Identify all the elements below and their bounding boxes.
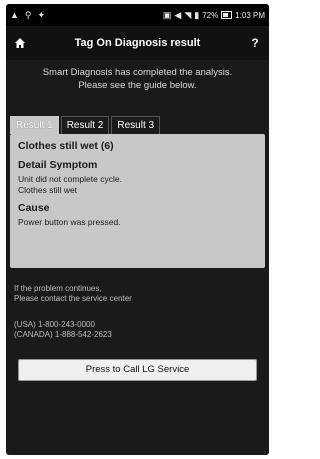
nfc-icon: ▣	[162, 9, 172, 20]
help-icon[interactable]: ?	[241, 36, 269, 50]
cause-text: Power button was pressed.	[18, 217, 121, 227]
battery-percent: 72%	[202, 10, 219, 20]
title-bar: Tag On Diagnosis result ?	[6, 26, 269, 60]
tab-result-2[interactable]: Result 2	[60, 116, 110, 134]
help-line-1: If the problem continues,	[14, 284, 102, 293]
result-heading: Clothes still wet (6)	[18, 140, 114, 152]
help-text: If the problem continues, Please contact…	[14, 284, 132, 304]
android-icon: ✦	[37, 9, 46, 20]
symptom-line-1: Unit did not complete cycle.	[18, 174, 122, 184]
help-line-2: Please contact the service center	[14, 294, 132, 303]
status-bar: ▲ ⚲ ✦ ▣ ◀ ◥ ▮ 72% 1:03 PM	[6, 4, 269, 26]
status-left-icons: ▲ ⚲ ✦	[10, 9, 46, 20]
intro-text: Smart Diagnosis has completed the analys…	[6, 66, 269, 92]
wifi-icon: ◥	[184, 9, 192, 20]
result-panel: Clothes still wet (6) Detail Symptom Uni…	[10, 134, 265, 268]
contact-numbers: (USA) 1-800-243-0000 (CANADA) 1-888-542-…	[14, 320, 112, 340]
signal-icon: ▮	[194, 9, 200, 20]
gps-icon: ⚲	[24, 9, 32, 20]
intro-line-1: Smart Diagnosis has completed the analys…	[42, 67, 233, 78]
call-lg-service-button[interactable]: Press to Call LG Service	[18, 359, 257, 381]
canada-phone: (CANADA) 1-888-542-2623	[14, 330, 112, 339]
status-right-icons: ▣ ◀ ◥ ▮ 72% 1:03 PM	[162, 9, 265, 20]
phone-screen: ▲ ⚲ ✦ ▣ ◀ ◥ ▮ 72% 1:03 PM Tag On Diagnos…	[6, 4, 269, 455]
symptom-text: Unit did not complete cycle. Clothes sti…	[18, 174, 257, 196]
page-title: Tag On Diagnosis result	[74, 37, 201, 49]
intro-line-2: Please see the guide below.	[78, 80, 197, 91]
clock: 1:03 PM	[235, 10, 265, 20]
cause-label: Cause	[18, 202, 50, 214]
symptom-line-2: Clothes still wet	[18, 185, 78, 195]
symptom-label: Detail Symptom	[18, 159, 98, 171]
warning-icon: ▲	[10, 9, 19, 20]
tab-result-3[interactable]: Result 3	[111, 116, 161, 134]
tab-result-1[interactable]: Result 1	[10, 116, 59, 134]
result-tabs: Result 1 Result 2 Result 3	[10, 116, 161, 134]
usa-phone: (USA) 1-800-243-0000	[14, 320, 95, 329]
volume-icon: ◀	[174, 9, 182, 20]
battery-icon	[221, 11, 233, 19]
home-icon[interactable]	[6, 37, 34, 49]
